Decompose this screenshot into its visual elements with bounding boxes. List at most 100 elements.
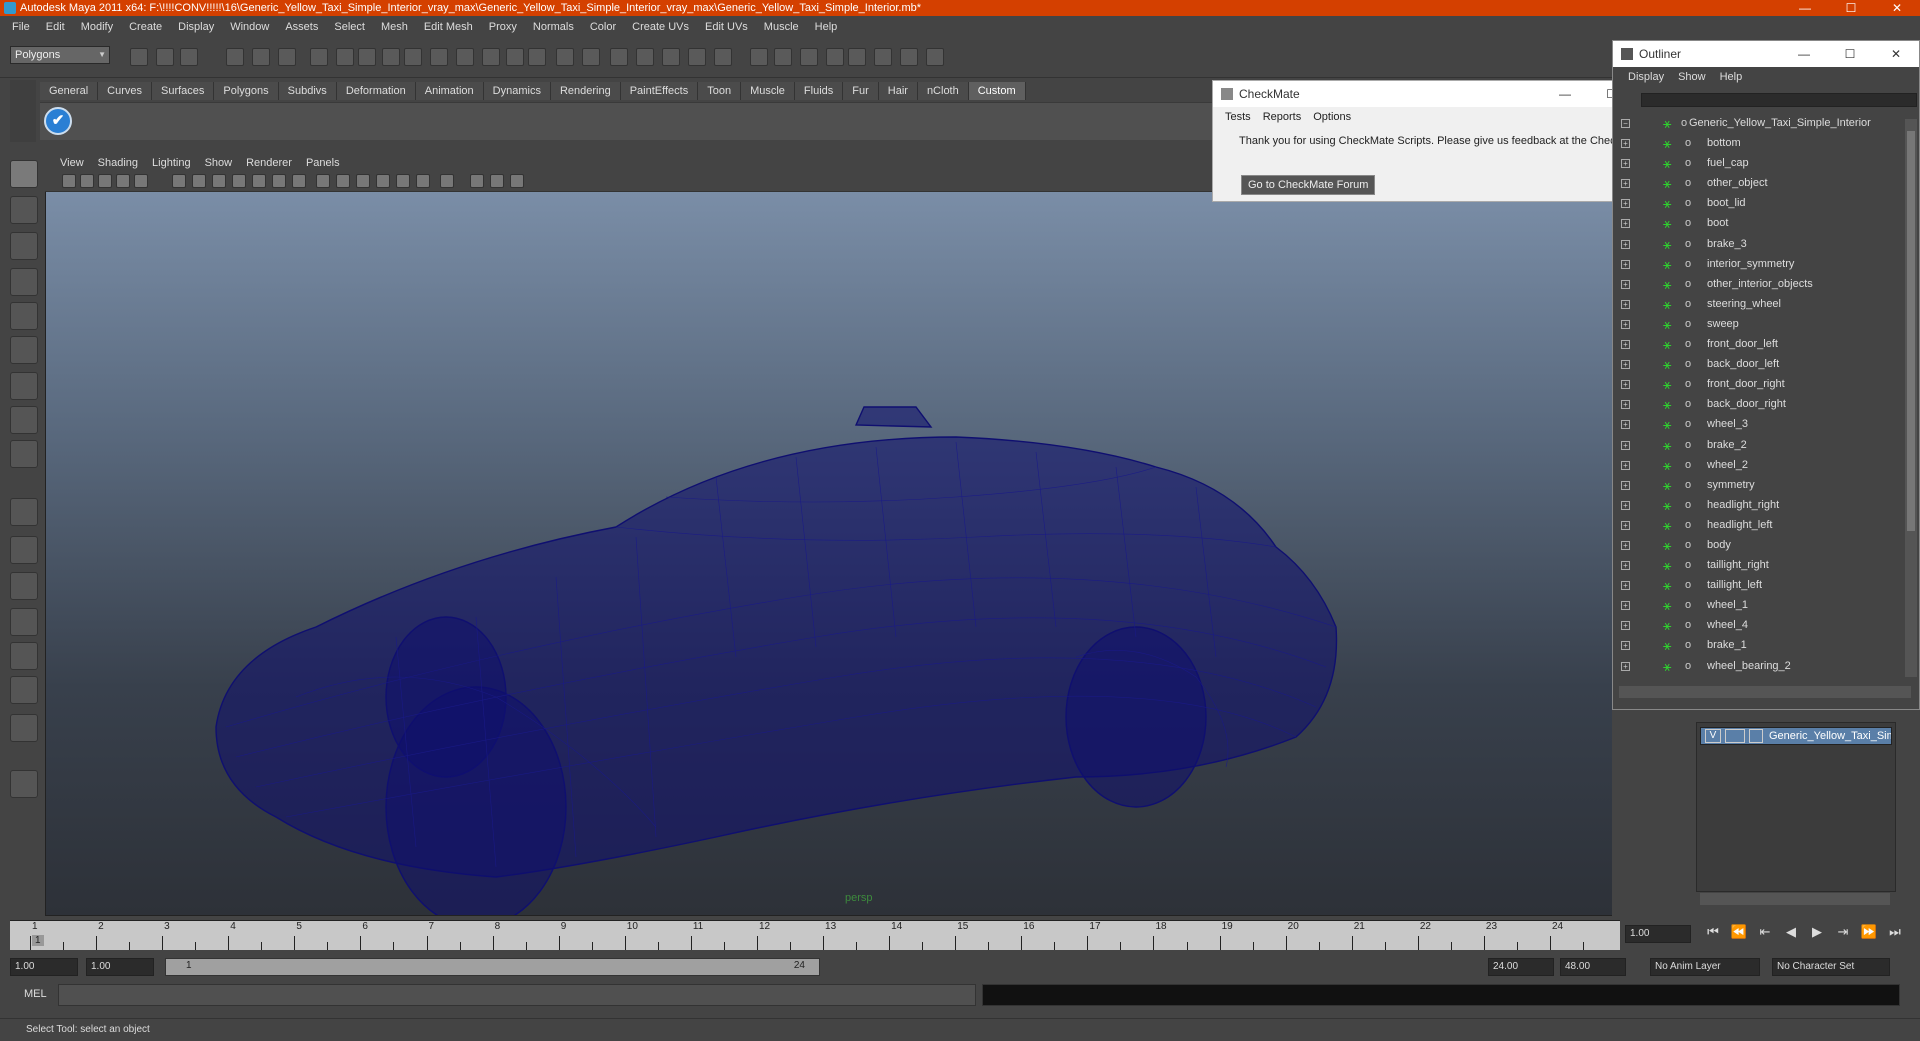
viewport-toolbar-icon[interactable]: [172, 174, 186, 188]
outliner-close-button[interactable]: ✕: [1873, 41, 1919, 67]
minimize-button[interactable]: —: [1782, 0, 1828, 16]
scrollbar-thumb[interactable]: [1907, 131, 1915, 531]
viewport-toolbar-icon[interactable]: [116, 174, 130, 188]
play-backwards-button[interactable]: ◀: [1778, 924, 1804, 946]
expand-icon[interactable]: +: [1621, 621, 1630, 631]
viewport-menu-lighting[interactable]: Lighting: [145, 157, 198, 169]
toolbox-tool-icon[interactable]: [10, 232, 38, 260]
viewport-toolbar-icon[interactable]: [510, 174, 524, 188]
outliner-item[interactable]: + ⚹ o boot: [1613, 213, 1905, 233]
status-line-tool-icon[interactable]: [900, 48, 918, 66]
outliner-item[interactable]: + ⚹ o brake_1: [1613, 635, 1905, 655]
tab-ncloth[interactable]: nCloth: [917, 82, 969, 100]
status-line-tool-icon[interactable]: [278, 48, 296, 66]
outliner-item[interactable]: + ⚹ o back_door_left: [1613, 354, 1905, 374]
layer-horizontal-scrollbar[interactable]: [1700, 893, 1890, 905]
toolbox-tool-icon[interactable]: [10, 642, 38, 670]
expand-icon[interactable]: +: [1621, 561, 1630, 571]
tab-fluids[interactable]: Fluids: [794, 82, 844, 100]
expand-icon[interactable]: +: [1621, 460, 1630, 470]
toolbox-tool-icon[interactable]: [10, 372, 38, 400]
status-line-tool-icon[interactable]: [156, 48, 174, 66]
status-line-tool-icon[interactable]: [130, 48, 148, 66]
viewport-toolbar-icon[interactable]: [356, 174, 370, 188]
toolbox-tool-icon[interactable]: [10, 608, 38, 636]
outliner-item[interactable]: + ⚹ o brake_3: [1613, 234, 1905, 254]
expand-icon[interactable]: +: [1621, 500, 1630, 510]
outliner-item[interactable]: + ⚹ o wheel_4: [1613, 615, 1905, 635]
outliner-item[interactable]: + ⚹ o interior_symmetry: [1613, 254, 1905, 274]
expand-icon[interactable]: +: [1621, 319, 1630, 329]
expand-icon[interactable]: +: [1621, 540, 1630, 550]
toolbox-tool-icon[interactable]: [10, 676, 38, 704]
viewport-toolbar-icon[interactable]: [416, 174, 430, 188]
menu-window[interactable]: Window: [222, 21, 277, 33]
menu-help[interactable]: Help: [807, 21, 846, 33]
expand-icon[interactable]: +: [1621, 440, 1630, 450]
viewport-menu-shading[interactable]: Shading: [91, 157, 145, 169]
status-line-tool-icon[interactable]: [848, 48, 866, 66]
current-frame-marker[interactable]: 1: [32, 935, 44, 946]
expand-icon[interactable]: +: [1621, 179, 1630, 189]
viewport-toolbar-icon[interactable]: [272, 174, 286, 188]
toolbox-tool-icon[interactable]: [10, 572, 38, 600]
viewport-toolbar-icon[interactable]: [134, 174, 148, 188]
checkmate-forum-button[interactable]: Go to CheckMate Forum: [1241, 175, 1376, 195]
toolbox-tool-icon[interactable]: [10, 336, 38, 364]
outliner-horizontal-scrollbar[interactable]: [1619, 686, 1911, 698]
status-line-tool-icon[interactable]: [582, 48, 600, 66]
outliner-vertical-scrollbar[interactable]: [1905, 119, 1917, 677]
status-line-tool-icon[interactable]: [180, 48, 198, 66]
menu-display[interactable]: Display: [170, 21, 222, 33]
tab-subdivs[interactable]: Subdivs: [278, 82, 337, 100]
status-line-tool-icon[interactable]: [800, 48, 818, 66]
play-forwards-button[interactable]: ▶: [1804, 924, 1830, 946]
tab-deformation[interactable]: Deformation: [336, 82, 416, 100]
checkmate-menu-options[interactable]: Options: [1307, 111, 1357, 123]
outliner-filter-input[interactable]: [1641, 93, 1917, 107]
tab-curves[interactable]: Curves: [98, 82, 152, 100]
viewport-toolbar-icon[interactable]: [62, 174, 76, 188]
outliner-item[interactable]: + ⚹ o wheel_1: [1613, 595, 1905, 615]
viewport-toolbar-icon[interactable]: [80, 174, 94, 188]
tab-fur[interactable]: Fur: [843, 82, 879, 100]
tab-toon[interactable]: Toon: [698, 82, 742, 100]
status-line-tool-icon[interactable]: [636, 48, 654, 66]
toolbox-tool-icon[interactable]: [10, 406, 38, 434]
status-line-tool-icon[interactable]: [774, 48, 792, 66]
viewport-toolbar-icon[interactable]: [470, 174, 484, 188]
status-line-tool-icon[interactable]: [556, 48, 574, 66]
viewport-toolbar-icon[interactable]: [376, 174, 390, 188]
status-line-tool-icon[interactable]: [662, 48, 680, 66]
tab-rendering[interactable]: Rendering: [550, 82, 621, 100]
status-line-tool-icon[interactable]: [430, 48, 448, 66]
outliner-item[interactable]: + ⚹ o boot_lid: [1613, 193, 1905, 213]
expand-icon[interactable]: +: [1621, 239, 1630, 249]
outliner-item-root[interactable]: − ⚹ o Generic_Yellow_Taxi_Simple_Interio…: [1613, 113, 1905, 133]
step-forward-frame-button[interactable]: ⇥: [1830, 924, 1856, 946]
status-line-tool-icon[interactable]: [528, 48, 546, 66]
maximize-button[interactable]: ☐: [1828, 0, 1874, 16]
viewport-toolbar-icon[interactable]: [212, 174, 226, 188]
outliner-maximize-button[interactable]: ☐: [1827, 41, 1873, 67]
outliner-item[interactable]: + ⚹ o other_interior_objects: [1613, 274, 1905, 294]
range-slider[interactable]: 1 24: [165, 958, 820, 976]
expand-icon[interactable]: +: [1621, 581, 1630, 591]
expand-icon[interactable]: +: [1621, 279, 1630, 289]
expand-icon[interactable]: +: [1621, 480, 1630, 490]
menu-normals[interactable]: Normals: [525, 21, 582, 33]
toolbox-tool-icon[interactable]: [10, 536, 38, 564]
status-line-tool-icon[interactable]: [688, 48, 706, 66]
checkmate-shelf-button[interactable]: ✔: [44, 107, 72, 135]
outliner-item[interactable]: + ⚹ o bottom: [1613, 133, 1905, 153]
status-line-tool-icon[interactable]: [310, 48, 328, 66]
menu-edit-uvs[interactable]: Edit UVs: [697, 21, 756, 33]
outliner-item[interactable]: + ⚹ o headlight_right: [1613, 495, 1905, 515]
step-back-frame-button[interactable]: ⇤: [1752, 924, 1778, 946]
expand-icon[interactable]: +: [1621, 159, 1630, 169]
toolbox-tool-icon[interactable]: [10, 498, 38, 526]
menu-create-uvs[interactable]: Create UVs: [624, 21, 697, 33]
perspective-viewport[interactable]: y: [45, 156, 1615, 916]
outliner-item[interactable]: + ⚹ o brake_2: [1613, 435, 1905, 455]
tab-painteffects[interactable]: PaintEffects: [620, 82, 699, 100]
